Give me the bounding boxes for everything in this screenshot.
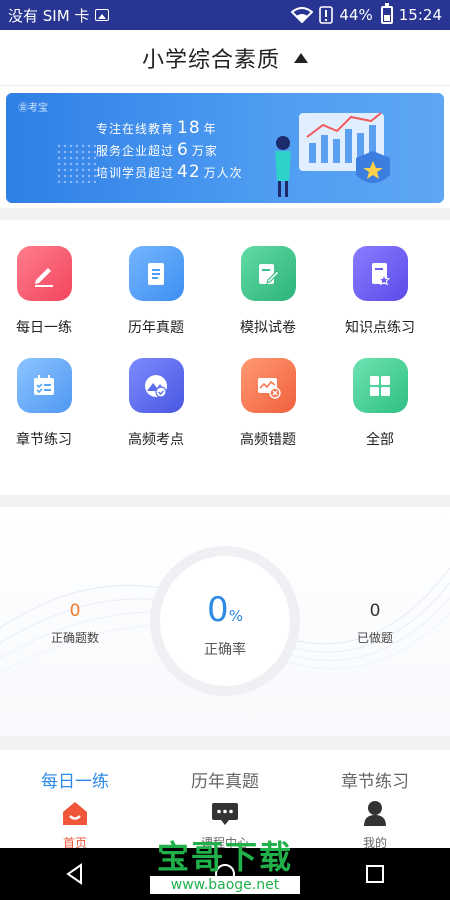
accuracy-value: 0% [207,590,243,630]
done-count-label: 已做题 [356,631,393,645]
grid-item-knowledge-practice[interactable]: 知识点练习 [324,246,436,337]
watermark-url: www.baoge.net [150,876,300,894]
promo-banner[interactable]: ㊎考宝 专注在线教育 18 年 服务企业超过 6 万家 培训学员超过 42 万人次 [6,93,444,203]
grid-item-label: 高频考点 [128,432,184,448]
back-icon[interactable] [64,863,86,885]
grid-item-label: 知识点练习 [345,320,415,336]
caret-up-icon [294,52,308,63]
error-chart-icon [240,358,296,413]
edit-paper-icon [240,246,296,301]
watermark-text: 宝哥下载 [156,838,293,876]
grid-item-label: 模拟试卷 [240,320,296,336]
chat-icon [212,803,238,825]
done-count-value: 0 [369,601,381,621]
grid-item-mock-exam[interactable]: 模拟试卷 [212,246,324,337]
done-count-stat: 0 已做题 [320,601,430,646]
home-icon [63,802,87,825]
mountain-check-icon [128,358,184,413]
document-icon [128,246,184,301]
grid-item-past-exams[interactable]: 历年真题 [100,246,212,337]
section-divider [0,208,450,220]
grid-item-daily-practice[interactable]: 每日一练 [0,246,100,337]
tab-home[interactable]: 每日一练 首页 [0,752,150,851]
tab-title: 每日一练 [41,772,109,792]
signal-alert-icon [319,6,334,24]
battery-icon [380,3,393,24]
banner-line-2: 服务企业超过 6 万家 [96,140,218,160]
grid-item-frequent-mistakes[interactable]: 高频错题 [212,358,324,449]
subject-selector[interactable]: 小学综合素质 [0,30,450,86]
banner-line-3: 培训学员超过 42 万人次 [96,162,243,182]
bottom-tab-bar: 每日一练 首页 历年真题 课程中心 章节练习 我的 [0,752,450,851]
stats-panel: 0% 正确率 0 正确题数 0 已做题 [0,508,450,736]
tab-title: 历年真题 [191,772,259,792]
grid-item-label: 每日一练 [16,320,72,336]
accuracy-label: 正确率 [204,642,246,658]
wifi-icon [291,7,314,23]
watermark: 宝哥下载 www.baoge.net [150,838,300,896]
grid-item-all[interactable]: 全部 [324,358,436,449]
grid-item-chapter-practice[interactable]: 章节练习 [0,358,100,449]
checklist-icon [16,358,72,413]
clock: 15:24 [398,6,442,24]
tab-mine[interactable]: 章节练习 我的 [300,752,450,851]
correct-count-label: 正确题数 [50,631,99,645]
grid-item-label: 全部 [366,432,394,448]
banner-illustration [275,112,390,197]
banner-logo: ㊎考宝 [18,103,48,114]
tab-course-center[interactable]: 历年真题 课程中心 [150,752,300,851]
page-title: 小学综合素质 [141,47,280,73]
grid-item-label: 高频错题 [240,432,296,448]
star-doc-icon [352,246,408,301]
dot-pattern [56,143,96,183]
image-notification-icon [95,9,110,21]
correct-count-value: 0 [69,601,81,621]
banner-line-1: 专注在线教育 18 年 [96,118,217,138]
status-bar: 没有 SIM 卡 44% 15:24 [0,0,450,30]
user-icon [364,801,386,826]
grid-item-label: 历年真题 [128,320,184,336]
recents-icon[interactable] [364,863,386,885]
pencil-icon [16,246,72,301]
tab-title: 章节练习 [341,772,409,792]
carrier-text: 没有 SIM 卡 [8,6,90,25]
section-divider [0,736,450,750]
correct-count-stat: 0 正确题数 [20,601,130,646]
grid-icon [352,358,408,413]
grid-item-label: 章节练习 [16,432,72,448]
grid-item-hot-points[interactable]: 高频考点 [100,358,212,449]
battery-percent: 44% [339,6,373,24]
section-divider [0,495,450,507]
